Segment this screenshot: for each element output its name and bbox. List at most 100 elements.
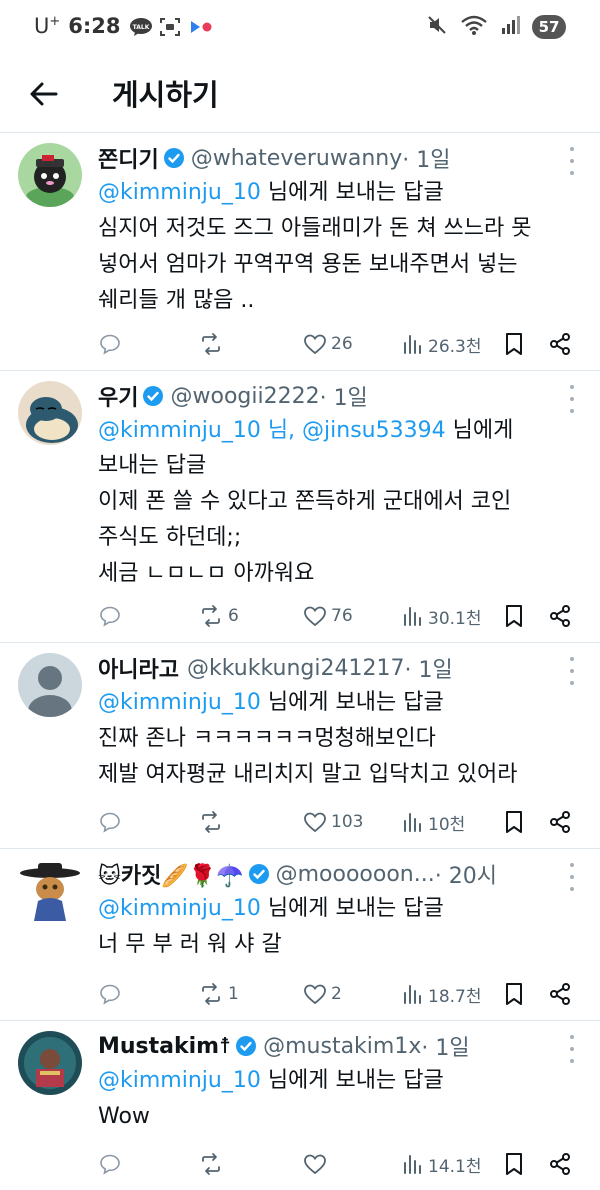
verified-badge-icon (248, 864, 269, 884)
author-handle[interactable]: @whateveruwanny (191, 146, 403, 171)
tweet-text: 이제 폰 쓸 수 있다고 쫀득하게 군대에서 코인 주식도 하던데;; 세금 ㄴ… (98, 489, 512, 586)
like-button[interactable]: 2 (303, 979, 342, 1009)
tweet[interactable]: 아니라고 @kkukkungi241217 · 1일 @kimminju_10 … (0, 642, 600, 848)
heart-icon (304, 606, 326, 627)
analytics-icon (404, 985, 421, 1004)
tweet[interactable]: 쫀디기 @whateveruwanny · 1일 @kimminju_10 님에… (0, 132, 600, 370)
reply-button[interactable] (98, 1149, 126, 1179)
reply-context: @kimminju_10 님에게 보내는 답글 (98, 1068, 444, 1093)
avatar[interactable] (18, 381, 82, 445)
more-options-button[interactable] (562, 147, 582, 175)
bookmark-icon (506, 983, 522, 1005)
app-header: 게시하기 (0, 58, 600, 132)
reply-button[interactable] (98, 979, 126, 1009)
share-icon (550, 811, 570, 833)
clock: 6:28 (68, 14, 121, 38)
mention-link[interactable]: @kimminju_10 님, @jinsu53394 (98, 418, 446, 443)
tweet-time: · 1일 (402, 148, 451, 173)
more-options-button[interactable] (562, 1035, 582, 1063)
avatar[interactable] (18, 143, 82, 207)
reply-button[interactable] (98, 807, 126, 837)
tweet-text: 심지어 저것도 즈그 아들래미가 돈 쳐 쓰느라 못 넣어서 엄마가 꾸역꾸역 … (98, 216, 532, 313)
author-name[interactable]: 아니라고 (98, 652, 179, 684)
share-button[interactable] (548, 979, 572, 1009)
verified-badge-icon (143, 386, 164, 406)
author-handle[interactable]: @woogii2222 (170, 384, 319, 409)
mention-link[interactable]: @kimminju_10 (98, 896, 261, 921)
retweet-button[interactable]: 1 (198, 979, 239, 1009)
views-button[interactable]: 18.7천 (402, 979, 482, 1009)
author-name[interactable]: 🐱카짓🥖🌹☂️ (98, 858, 244, 890)
svg-text:TALK: TALK (132, 24, 149, 31)
bookmark-icon (506, 1153, 522, 1175)
reply-context: @kimminju_10 님에게 보내는 답글 (98, 896, 444, 921)
bookmark-button[interactable] (504, 807, 524, 837)
reply-icon (100, 606, 120, 627)
share-button[interactable] (548, 1149, 572, 1179)
analytics-icon (404, 813, 421, 832)
author-handle[interactable]: @mustakim1x (263, 1034, 421, 1059)
retweet-button[interactable] (198, 1149, 228, 1179)
retweet-icon (202, 983, 220, 1005)
more-options-button[interactable] (562, 657, 582, 685)
like-button[interactable]: 103 (303, 807, 363, 837)
views-button[interactable]: 30.1천 (402, 601, 482, 631)
bookmark-button[interactable] (504, 329, 524, 359)
analytics-icon (404, 1155, 421, 1174)
views-button[interactable]: 26.3천 (402, 329, 482, 359)
mention-link[interactable]: @kimminju_10 (98, 1068, 261, 1093)
like-button[interactable] (303, 1149, 331, 1179)
avatar[interactable] (18, 653, 82, 717)
views-button[interactable]: 10천 (402, 807, 465, 837)
like-button[interactable]: 76 (303, 601, 353, 631)
kakaotalk-icon: TALK (129, 17, 152, 36)
reply-button[interactable] (98, 601, 126, 631)
bookmark-button[interactable] (504, 601, 524, 631)
mention-link[interactable]: @kimminju_10 (98, 180, 261, 205)
retweet-button[interactable] (198, 329, 228, 359)
signal-icon (500, 15, 520, 39)
bookmark-icon (506, 605, 522, 627)
page-title: 게시하기 (112, 78, 219, 112)
tweet-text: 진짜 존나 ㅋㅋㅋㅋㅋㅋ멍청해보인다 제발 여자평균 내리치지 말고 입닥치고 … (98, 726, 518, 787)
share-icon (550, 1153, 570, 1175)
mention-link[interactable]: @kimminju_10 (98, 690, 261, 715)
retweet-button[interactable]: 6 (198, 601, 239, 631)
share-icon (550, 605, 570, 627)
author-name[interactable]: Mustakim☨ (98, 1034, 231, 1059)
author-name[interactable]: 우기 (98, 380, 138, 412)
author-handle[interactable]: @moooooon... (276, 862, 435, 887)
carrier-label: U+ (34, 14, 61, 38)
retweet-button[interactable] (198, 807, 228, 837)
like-button[interactable]: 26 (303, 329, 353, 359)
bookmark-button[interactable] (504, 979, 524, 1009)
views-button[interactable]: 14.1천 (402, 1149, 482, 1179)
screenshot-icon (159, 17, 181, 36)
arrow-left-icon (30, 82, 58, 106)
verified-badge-icon (236, 1036, 257, 1056)
share-button[interactable] (548, 601, 572, 631)
mute-icon (426, 14, 448, 40)
share-button[interactable] (548, 807, 572, 837)
tweet[interactable]: 🐱카짓🥖🌹☂️ @moooooon... · 20시 @kimminju_10 … (0, 848, 600, 1020)
avatar[interactable] (18, 1031, 82, 1095)
share-icon (550, 983, 570, 1005)
status-bar: U+ 6:28 TALK 57 (0, 0, 600, 58)
author-name[interactable]: 쫀디기 (98, 142, 159, 174)
back-button[interactable] (24, 74, 64, 114)
reply-button[interactable] (98, 329, 126, 359)
more-options-button[interactable] (562, 385, 582, 413)
share-button[interactable] (548, 329, 572, 359)
reply-icon (100, 1154, 120, 1175)
avatar[interactable] (18, 859, 82, 923)
tweet[interactable]: Mustakim☨ @mustakim1x · 1일 @kimminju_10 … (0, 1020, 600, 1190)
more-options-button[interactable] (562, 863, 582, 891)
battery-indicator: 57 (532, 15, 566, 39)
retweet-icon (202, 811, 220, 833)
reply-context: @kimminju_10 님에게 보내는 답글 (98, 180, 444, 205)
bookmark-button[interactable] (504, 1149, 524, 1179)
heart-icon (304, 812, 326, 833)
tweet-actions: 14.1천 (98, 1149, 580, 1179)
author-handle[interactable]: @kkukkungi241217 (187, 656, 405, 681)
tweet[interactable]: 우기 @woogii2222 · 1일 @kimminju_10 님, @jin… (0, 370, 600, 642)
